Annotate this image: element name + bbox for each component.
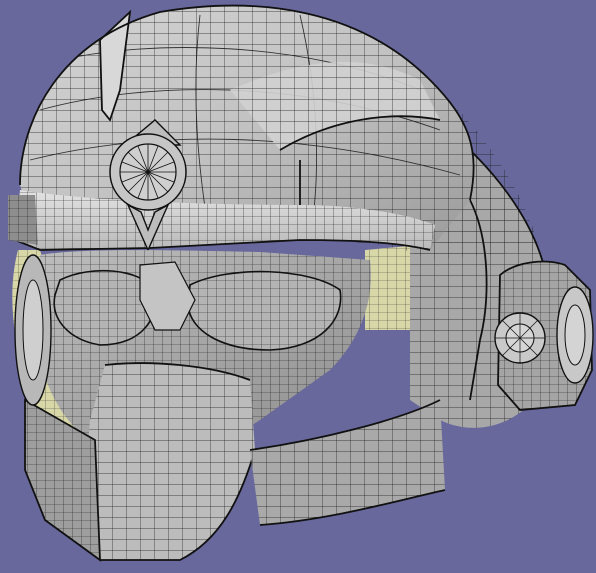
left-ear-disc — [14, 254, 52, 406]
helmet-model — [0, 0, 596, 573]
ear-module — [494, 260, 594, 411]
3d-viewport[interactable] — [0, 0, 596, 573]
